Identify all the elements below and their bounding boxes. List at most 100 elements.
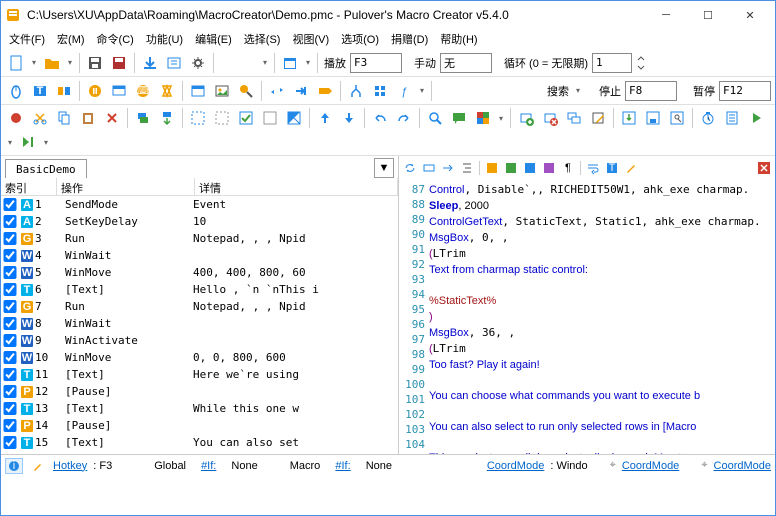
search-drop[interactable]: ▾ <box>573 86 583 95</box>
table-row[interactable]: G 7 Run Notepad, , , Npid <box>1 298 398 315</box>
invert-button[interactable] <box>283 107 305 129</box>
edit-status-icon[interactable] <box>29 458 47 474</box>
hotkey-link[interactable]: Hotkey <box>53 460 87 472</box>
row-checkbox[interactable] <box>3 351 17 364</box>
menu-view[interactable]: 视图(V) <box>286 29 335 49</box>
color-button[interactable] <box>472 107 494 129</box>
table-row[interactable]: T 11 [Text] Here we`re using <box>1 366 398 383</box>
info-icon[interactable]: i <box>5 458 23 474</box>
menu-file[interactable]: 文件(F) <box>3 29 51 49</box>
edit-macro-button[interactable] <box>587 107 609 129</box>
col-index[interactable]: 索引 <box>1 178 57 195</box>
schedule-drop[interactable]: ▾ <box>303 58 313 67</box>
import-button[interactable] <box>618 107 640 129</box>
row-checkbox[interactable] <box>3 419 17 432</box>
play-macro-button[interactable] <box>745 107 767 129</box>
delete-button[interactable] <box>101 107 123 129</box>
select-none-button[interactable] <box>211 107 233 129</box>
play-once-button[interactable] <box>17 131 39 153</box>
new-drop[interactable]: ▾ <box>29 58 39 67</box>
pilcrow-icon[interactable]: ¶ <box>559 159 577 177</box>
table-row[interactable]: G 3 Run Notepad, , , Npid <box>1 230 398 247</box>
loop-button[interactable] <box>266 80 288 102</box>
menu-help[interactable]: 帮助(H) <box>434 29 483 49</box>
control-button[interactable] <box>53 80 75 102</box>
stop-hotkey-input[interactable] <box>625 81 677 101</box>
preview-button[interactable] <box>163 52 185 74</box>
loop-icon[interactable] <box>420 159 438 177</box>
msgbox-button[interactable] <box>108 80 130 102</box>
uncheck-button[interactable] <box>259 107 281 129</box>
move-down-button[interactable] <box>338 107 360 129</box>
functions-button[interactable]: ƒ <box>393 80 415 102</box>
row-checkbox[interactable] <box>3 300 17 313</box>
table-row[interactable]: T 15 [Text] You can also set <box>1 434 398 451</box>
open-drop[interactable]: ▾ <box>65 58 75 67</box>
cut-button[interactable] <box>29 107 51 129</box>
row-checkbox[interactable] <box>3 402 17 415</box>
table-row[interactable]: A 1 SendMode Event <box>1 196 398 213</box>
row-checkbox[interactable] <box>3 249 17 262</box>
maximize-button[interactable]: ☐ <box>687 1 729 29</box>
dup-tab-button[interactable] <box>563 107 585 129</box>
table-row[interactable]: A 2 SetKeyDelay 10 <box>1 213 398 230</box>
manual-hotkey-input[interactable] <box>440 53 492 73</box>
edit-icon[interactable] <box>622 159 640 177</box>
menu-macro[interactable]: 宏(M) <box>51 29 91 49</box>
comment2-icon[interactable] <box>502 159 520 177</box>
tab-dropdown[interactable]: ▼ <box>374 158 394 178</box>
tab-basicdemo[interactable]: BasicDemo <box>5 159 87 178</box>
coordmode1-link[interactable]: CoordMode <box>487 460 544 472</box>
find-button[interactable] <box>424 107 446 129</box>
open-button[interactable] <box>41 52 63 74</box>
refresh-icon[interactable] <box>401 159 419 177</box>
redo-button[interactable] <box>393 107 415 129</box>
toggle-icon[interactable] <box>483 159 501 177</box>
row-checkbox[interactable] <box>3 368 17 381</box>
var-icon[interactable] <box>540 159 558 177</box>
paste-button[interactable] <box>77 107 99 129</box>
coordmode3-link[interactable]: CoordMode <box>714 460 771 472</box>
save-as-button[interactable] <box>108 52 130 74</box>
table-row[interactable]: W 4 WinWait <box>1 247 398 264</box>
row-checkbox[interactable] <box>3 215 17 228</box>
export-button[interactable] <box>139 52 161 74</box>
save-button[interactable] <box>84 52 106 74</box>
table-row[interactable]: T 6 [Text] Hello , `n `nThis i <box>1 281 398 298</box>
macro-if-link[interactable]: #If: <box>335 460 350 472</box>
tb1-drop[interactable]: ▾ <box>260 58 270 67</box>
row-checkbox[interactable] <box>3 385 17 398</box>
play-drop[interactable]: ▾ <box>5 138 15 147</box>
mouse-button[interactable] <box>5 80 27 102</box>
pause-hotkey-input[interactable] <box>719 81 771 101</box>
col-details[interactable]: 详情 <box>195 178 398 195</box>
text-icon[interactable]: T <box>603 159 621 177</box>
label-button[interactable] <box>314 80 336 102</box>
play-once-drop[interactable]: ▾ <box>41 138 51 147</box>
close-preview-icon[interactable] <box>755 159 773 177</box>
row-checkbox[interactable] <box>3 232 17 245</box>
row-checkbox[interactable] <box>3 283 17 296</box>
variables-button[interactable] <box>369 80 391 102</box>
row-checkbox[interactable] <box>3 198 17 211</box>
find-in-button[interactable] <box>666 107 688 129</box>
run-button[interactable] <box>235 80 257 102</box>
goto-button[interactable] <box>290 80 312 102</box>
table-row[interactable]: P 12 [Pause] <box>1 383 398 400</box>
row-checkbox[interactable] <box>3 317 17 330</box>
wrap-icon[interactable] <box>584 159 602 177</box>
copy-button[interactable] <box>53 107 75 129</box>
record-button[interactable] <box>5 107 27 129</box>
window-button[interactable] <box>187 80 209 102</box>
text-button[interactable]: T <box>29 80 51 102</box>
pause-button[interactable] <box>84 80 106 102</box>
func-icon[interactable] <box>521 159 539 177</box>
add-tab-button[interactable] <box>515 107 537 129</box>
close-tab-button[interactable] <box>539 107 561 129</box>
indent-icon[interactable] <box>458 159 476 177</box>
coordmode2-link[interactable]: CoordMode <box>622 460 679 472</box>
loop-spinner[interactable] <box>634 52 648 74</box>
save-macro-button[interactable] <box>642 107 664 129</box>
func-drop[interactable]: ▾ <box>417 86 427 95</box>
table-row[interactable]: W 8 WinWait <box>1 315 398 332</box>
